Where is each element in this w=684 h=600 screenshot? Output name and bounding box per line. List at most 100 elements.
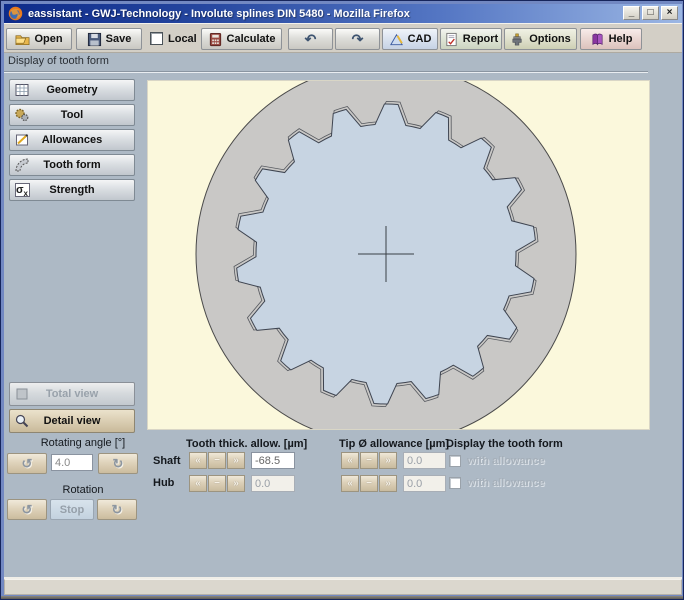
gears-icon xyxy=(14,107,30,123)
tip-hub-decrease-button[interactable]: « xyxy=(341,475,359,492)
tip-shaft-value-input xyxy=(403,452,446,469)
sidebar-item-tooth-form[interactable]: Tooth form xyxy=(9,154,135,176)
calculate-label: Calculate xyxy=(227,33,276,45)
header-divider xyxy=(4,71,648,73)
rotate-ccw-run-button[interactable]: ↺ xyxy=(7,499,47,520)
rotation-label: Rotation xyxy=(7,484,159,496)
rotate-ccw-run-icon: ↺ xyxy=(22,503,33,516)
page-title: Display of tooth form xyxy=(8,55,109,67)
total-view-label: Total view xyxy=(46,388,98,400)
help-label: Help xyxy=(609,33,633,45)
report-document-icon xyxy=(444,32,459,47)
save-button[interactable]: Save xyxy=(76,28,142,50)
tt-shaft-reset-button[interactable]: − xyxy=(208,452,226,469)
undo-icon: ↶ xyxy=(305,32,317,46)
options-button[interactable]: Options xyxy=(504,28,577,50)
redo-button[interactable]: ↷ xyxy=(335,28,380,50)
with-allowance-checkbox-shaft[interactable]: with allowance xyxy=(449,455,545,467)
hub-row-label: Hub xyxy=(153,477,174,489)
local-checkbox[interactable]: Local xyxy=(150,32,197,45)
gear-sector-icon xyxy=(14,157,30,173)
tip-shaft-decrease-button[interactable]: « xyxy=(341,452,359,469)
save-label: Save xyxy=(106,33,132,45)
sidebar-label-tool: Tool xyxy=(61,109,83,121)
help-book-icon xyxy=(590,32,605,47)
with-allowance-label-shaft: with allowance xyxy=(467,455,545,467)
pencil-pad-icon xyxy=(14,132,30,148)
rotate-ccw-icon: ↺ xyxy=(22,457,33,470)
rotate-cw-run-button[interactable]: ↻ xyxy=(97,499,137,520)
main-panel: Display of tooth form Geometry Tool xyxy=(4,53,682,577)
detail-view-button[interactable]: Detail view xyxy=(9,409,135,433)
total-view-button[interactable]: Total view xyxy=(9,382,135,406)
detail-view-label: Detail view xyxy=(44,415,101,427)
sidebar-item-tool[interactable]: Tool xyxy=(9,104,135,126)
tip-hub-reset-button[interactable]: − xyxy=(360,475,378,492)
open-folder-icon xyxy=(15,32,30,47)
options-label: Options xyxy=(529,33,571,45)
open-label: Open xyxy=(34,33,62,45)
grid-icon xyxy=(14,82,30,98)
shaft-row-label: Shaft xyxy=(153,455,181,467)
tt-shaft-decrease-button[interactable]: « xyxy=(189,452,207,469)
with-allowance-checkbox-hub[interactable]: with allowance xyxy=(449,477,545,489)
stop-button[interactable]: Stop xyxy=(50,499,94,520)
magnifier-icon xyxy=(14,413,30,429)
tt-hub-value-input xyxy=(251,475,295,492)
calculator-icon xyxy=(208,32,223,47)
minimize-button[interactable]: _ xyxy=(623,6,640,20)
cad-setsquare-icon xyxy=(389,32,404,47)
with-allowance-box-shaft[interactable] xyxy=(449,455,461,467)
tooth-form-canvas[interactable] xyxy=(147,80,650,430)
cad-button[interactable]: CAD xyxy=(382,28,438,50)
open-button[interactable]: Open xyxy=(6,28,72,50)
help-button[interactable]: Help xyxy=(580,28,642,50)
report-button[interactable]: Report xyxy=(440,28,502,50)
tooth-form-drawing xyxy=(148,81,649,429)
maximize-button[interactable]: □ xyxy=(642,6,659,20)
sidebar-label-geometry: Geometry xyxy=(46,84,97,96)
close-button[interactable]: × xyxy=(661,6,678,20)
tip-shaft-reset-button[interactable]: − xyxy=(360,452,378,469)
report-label: Report xyxy=(463,33,498,45)
square-icon xyxy=(14,386,30,402)
rotate-cw-run-icon: ↻ xyxy=(112,503,123,516)
local-checkbox-box[interactable] xyxy=(150,32,163,45)
with-allowance-box-hub[interactable] xyxy=(449,477,461,489)
tt-hub-reset-button[interactable]: − xyxy=(208,475,226,492)
tip-hub-increase-button[interactable]: » xyxy=(379,475,397,492)
sidebar-item-strength[interactable]: σx Strength xyxy=(9,179,135,201)
rotate-ccw-step-button[interactable]: ↺ xyxy=(7,453,47,474)
sidebar-item-geometry[interactable]: Geometry xyxy=(9,79,135,101)
rotating-angle-label: Rotating angle [°] xyxy=(7,437,159,449)
window-title: eassistant - GWJ-Technology - Involute s… xyxy=(28,8,410,20)
rotate-cw-step-button[interactable]: ↻ xyxy=(98,453,138,474)
rotating-angle-input[interactable] xyxy=(51,454,93,471)
calculate-button[interactable]: Calculate xyxy=(201,28,282,50)
save-floppy-icon xyxy=(87,32,102,47)
tt-shaft-value-input[interactable] xyxy=(251,452,295,469)
rotate-cw-icon: ↻ xyxy=(113,457,124,470)
firefox-icon xyxy=(8,6,23,21)
display-tooth-form-header: Display the tooth form xyxy=(446,438,563,450)
local-label: Local xyxy=(168,33,197,45)
tt-shaft-increase-button[interactable]: » xyxy=(227,452,245,469)
cad-label: CAD xyxy=(408,33,432,45)
tt-hub-decrease-button[interactable]: « xyxy=(189,475,207,492)
window-bottom-edge xyxy=(1,596,684,600)
toolbar: Open Save Local Calculate ↶ xyxy=(4,23,682,53)
sigma-icon: σx xyxy=(14,182,30,198)
sidebar-label-tooth-form: Tooth form xyxy=(43,159,100,171)
sidebar-label-allowances: Allowances xyxy=(42,134,103,146)
undo-button[interactable]: ↶ xyxy=(288,28,333,50)
with-allowance-label-hub: with allowance xyxy=(467,477,545,489)
status-bar xyxy=(4,579,682,595)
options-valve-icon xyxy=(510,32,525,47)
tt-hub-increase-button[interactable]: » xyxy=(227,475,245,492)
title-bar: eassistant - GWJ-Technology - Involute s… xyxy=(4,4,682,23)
tip-allowance-header: Tip Ø allowance [µm] xyxy=(339,438,449,450)
sidebar-label-strength: Strength xyxy=(49,184,94,196)
sidebar-item-allowances[interactable]: Allowances xyxy=(9,129,135,151)
app-window: eassistant - GWJ-Technology - Involute s… xyxy=(0,0,684,600)
tip-shaft-increase-button[interactable]: » xyxy=(379,452,397,469)
